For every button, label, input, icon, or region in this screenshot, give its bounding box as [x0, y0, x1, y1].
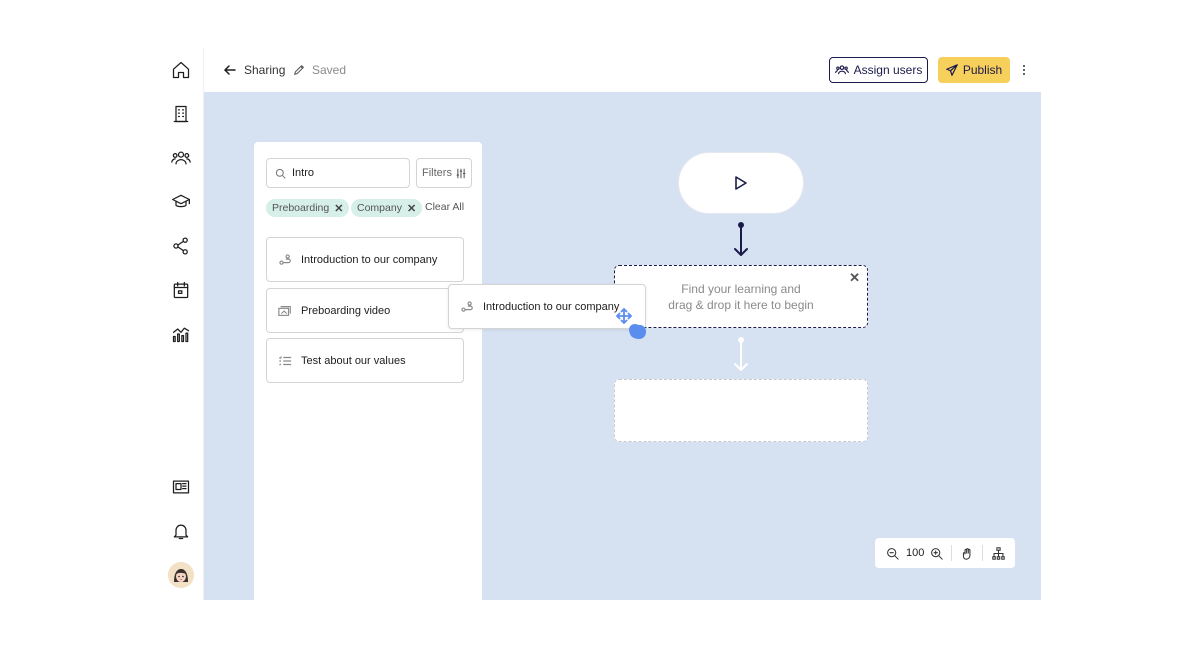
users-icon — [171, 151, 191, 165]
sliders-icon — [456, 168, 466, 178]
list-item-label: Test about our values — [301, 354, 406, 367]
sidebar-item-news[interactable] — [169, 475, 193, 499]
assign-users-button[interactable]: Assign users — [829, 57, 928, 83]
paper-plane-icon — [945, 64, 958, 76]
pan-hand-icon[interactable] — [960, 546, 974, 560]
newspaper-icon — [172, 480, 190, 494]
sidebar-item-home[interactable] — [169, 58, 193, 82]
calendar-icon — [173, 281, 189, 299]
hierarchy-icon[interactable] — [991, 546, 1005, 560]
divider — [982, 545, 984, 561]
connector-arrow — [734, 222, 748, 256]
analytics-icon — [172, 327, 190, 343]
filters-button[interactable]: Filters — [416, 158, 472, 188]
bell-icon — [173, 524, 189, 540]
list-item-label: Preboarding video — [301, 304, 391, 317]
zoom-toolbar: 100 — [875, 538, 1015, 568]
save-status: Saved — [312, 63, 347, 77]
drag-hand-cursor-icon — [616, 308, 646, 339]
edit-pencil-icon[interactable] — [292, 63, 306, 77]
drop-zone-text: Find your learning and — [681, 281, 801, 296]
list-item[interactable]: Preboarding video — [266, 288, 464, 333]
page-title: Sharing — [244, 63, 286, 77]
checklist-icon — [278, 355, 292, 365]
library-panel: Filters Preboarding ✕ Company ✕ Clear Al… — [254, 142, 482, 636]
sidebar-item-sharing[interactable] — [169, 234, 193, 258]
graduation-cap-icon — [172, 194, 190, 208]
more-options-icon[interactable] — [1019, 62, 1029, 78]
publish-label: Publish — [962, 63, 1003, 77]
drop-zone-text: drag & drop it here to begin — [668, 297, 814, 312]
zoom-in-icon[interactable] — [929, 546, 943, 560]
sidebar-item-analytics[interactable] — [169, 322, 193, 346]
sidebar-item-company[interactable] — [169, 102, 193, 126]
chip-label: Company — [357, 202, 402, 214]
sidebar — [158, 48, 204, 600]
publish-button[interactable]: Publish — [938, 57, 1010, 83]
search-icon — [275, 168, 286, 179]
remove-chip-icon[interactable]: ✕ — [407, 202, 416, 215]
path-icon — [279, 253, 291, 265]
dragged-item-label: Introduction to our company — [483, 300, 620, 313]
chip-label: Preboarding — [272, 202, 330, 214]
list-item[interactable]: Introduction to our company — [266, 237, 464, 282]
play-icon — [735, 176, 747, 190]
start-node[interactable] — [678, 152, 804, 214]
close-icon[interactable]: ✕ — [849, 270, 860, 286]
list-item[interactable]: Test about our values — [266, 338, 464, 383]
building-icon — [173, 105, 189, 123]
sidebar-item-calendar[interactable] — [169, 278, 193, 302]
sidebar-item-users[interactable] — [169, 146, 193, 170]
drop-zone-empty[interactable] — [614, 379, 868, 442]
top-bar: Sharing Saved Assign users Publish — [204, 48, 1041, 92]
avatar-face-icon — [168, 562, 194, 588]
clear-all-link[interactable]: Clear All — [425, 201, 464, 213]
divider — [951, 545, 953, 561]
sidebar-item-learning[interactable] — [169, 190, 193, 214]
zoom-level: 100 — [906, 547, 925, 559]
flow-canvas[interactable]: Filters Preboarding ✕ Company ✕ Clear Al… — [204, 92, 1041, 636]
zoom-out-icon[interactable] — [885, 546, 899, 560]
assign-users-label: Assign users — [853, 63, 923, 77]
path-icon — [461, 300, 473, 312]
list-item-label: Introduction to our company — [301, 253, 438, 266]
back-arrow-icon[interactable] — [222, 62, 238, 78]
search-field[interactable] — [266, 158, 410, 188]
app-window: Sharing Saved Assign users Publish Filte… — [158, 48, 1041, 636]
search-input[interactable] — [292, 167, 402, 179]
video-icon — [278, 305, 291, 316]
share-icon — [173, 237, 188, 255]
connector-arrow — [734, 337, 748, 371]
filters-label: Filters — [422, 167, 452, 179]
avatar[interactable] — [168, 562, 194, 588]
users-icon — [834, 65, 849, 75]
remove-chip-icon[interactable]: ✕ — [334, 202, 343, 215]
drop-zone-active[interactable]: Find your learning and drag & drop it he… — [614, 265, 868, 328]
home-icon — [172, 61, 190, 79]
filter-chip: Preboarding ✕ — [266, 199, 350, 217]
filter-chip: Company ✕ — [351, 199, 423, 217]
sidebar-item-notifications[interactable] — [169, 519, 193, 543]
